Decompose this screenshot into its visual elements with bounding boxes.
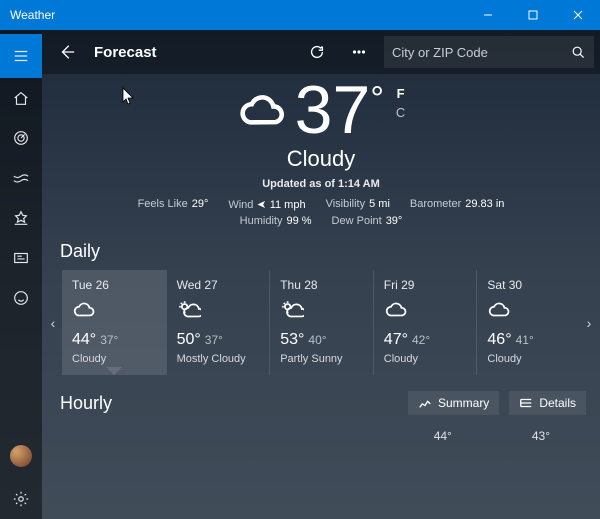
current-temperature: 37°	[295, 76, 384, 144]
hourly-temp-1: 43°	[532, 429, 550, 443]
daily-condition: Cloudy	[72, 353, 156, 365]
nav-radar[interactable]	[0, 118, 42, 158]
daily-date: Tue 26	[72, 278, 156, 292]
sidebar	[0, 30, 42, 519]
daily-temps: 50°37°	[177, 331, 260, 349]
nav-feedback[interactable]	[0, 278, 42, 318]
daily-cloud-icon	[384, 298, 467, 327]
nav-news[interactable]	[0, 238, 42, 278]
hourly-summary-button[interactable]: Summary	[408, 391, 499, 415]
search-input[interactable]	[392, 45, 570, 60]
current-conditions: 37° F C Cloudy Updated as of 1:14 AM Fee…	[42, 74, 600, 227]
daily-date: Fri 29	[384, 278, 467, 292]
daily-condition: Cloudy	[384, 353, 467, 365]
daily-cloud-icon	[487, 298, 570, 327]
nav-maps[interactable]	[0, 158, 42, 198]
stat-dewpoint: Dew Point39°	[332, 215, 403, 227]
daily-next-button[interactable]: ›	[580, 315, 598, 331]
daily-card[interactable]: Thu 28 53°40° Partly Sunny	[269, 270, 373, 375]
daily-temps: 46°41°	[487, 331, 570, 349]
unit-fahrenheit[interactable]: F	[396, 86, 405, 101]
daily-date: Sat 30	[487, 278, 570, 292]
daily-forecast-list: Tue 26 44°37° Cloudy Wed 27 50°37° Mostly Clo…	[62, 270, 580, 375]
window-close-button[interactable]	[555, 0, 600, 30]
nav-settings[interactable]	[0, 479, 42, 519]
search-icon	[570, 44, 586, 60]
window-minimize-button[interactable]	[465, 0, 510, 30]
daily-partly-icon	[280, 298, 363, 327]
window-titlebar: Weather	[0, 0, 600, 30]
unit-celsius[interactable]: C	[396, 105, 405, 120]
window-maximize-button[interactable]	[510, 0, 555, 30]
daily-temps: 53°40°	[280, 331, 363, 349]
search-box[interactable]	[384, 36, 594, 68]
updated-text: Updated as of 1:14 AM	[42, 178, 600, 190]
daily-condition: Mostly Cloudy	[177, 353, 260, 365]
daily-date: Wed 27	[177, 278, 260, 292]
daily-card[interactable]: Fri 29 47°42° Cloudy	[373, 270, 477, 375]
daily-card[interactable]: Wed 27 50°37° Mostly Cloudy	[166, 270, 270, 375]
stat-barometer: Barometer29.83 in	[410, 198, 505, 211]
daily-card[interactable]: Sat 30 46°41° Cloudy	[476, 270, 580, 375]
daily-heading: Daily	[60, 241, 600, 262]
page-title: Forecast	[94, 44, 157, 61]
daily-cloud-icon	[72, 298, 156, 327]
daily-prev-button[interactable]: ‹	[44, 315, 62, 331]
hourly-temp-0: 44°	[434, 429, 452, 443]
hourly-preview: 44° 43°	[42, 415, 600, 443]
hamburger-button[interactable]	[0, 34, 42, 78]
daily-temps: 47°42°	[384, 331, 467, 349]
user-avatar[interactable]	[10, 445, 32, 467]
stat-wind: Wind➤ 11 mph	[228, 198, 305, 211]
current-condition-text: Cloudy	[42, 146, 600, 172]
back-button[interactable]	[50, 35, 84, 69]
hourly-details-button[interactable]: Details	[509, 391, 586, 415]
nav-home[interactable]	[0, 78, 42, 118]
daily-condition: Partly Sunny	[280, 353, 363, 365]
nav-favorites[interactable]	[0, 198, 42, 238]
stat-visibility: Visibility5 mi	[326, 198, 390, 211]
stat-humidity: Humidity99 %	[240, 215, 312, 227]
daily-condition: Cloudy	[487, 353, 570, 365]
more-button[interactable]	[342, 35, 376, 69]
window-title: Weather	[10, 8, 465, 22]
daily-date: Thu 28	[280, 278, 363, 292]
daily-partly-icon	[177, 298, 260, 327]
condition-icon	[237, 76, 287, 141]
stat-feels-like: Feels Like29°	[138, 198, 209, 211]
hourly-heading: Hourly	[60, 393, 112, 414]
app-toolbar: Forecast	[42, 30, 600, 74]
refresh-button[interactable]	[300, 35, 334, 69]
daily-temps: 44°37°	[72, 331, 156, 349]
daily-card[interactable]: Tue 26 44°37° Cloudy	[62, 270, 166, 375]
